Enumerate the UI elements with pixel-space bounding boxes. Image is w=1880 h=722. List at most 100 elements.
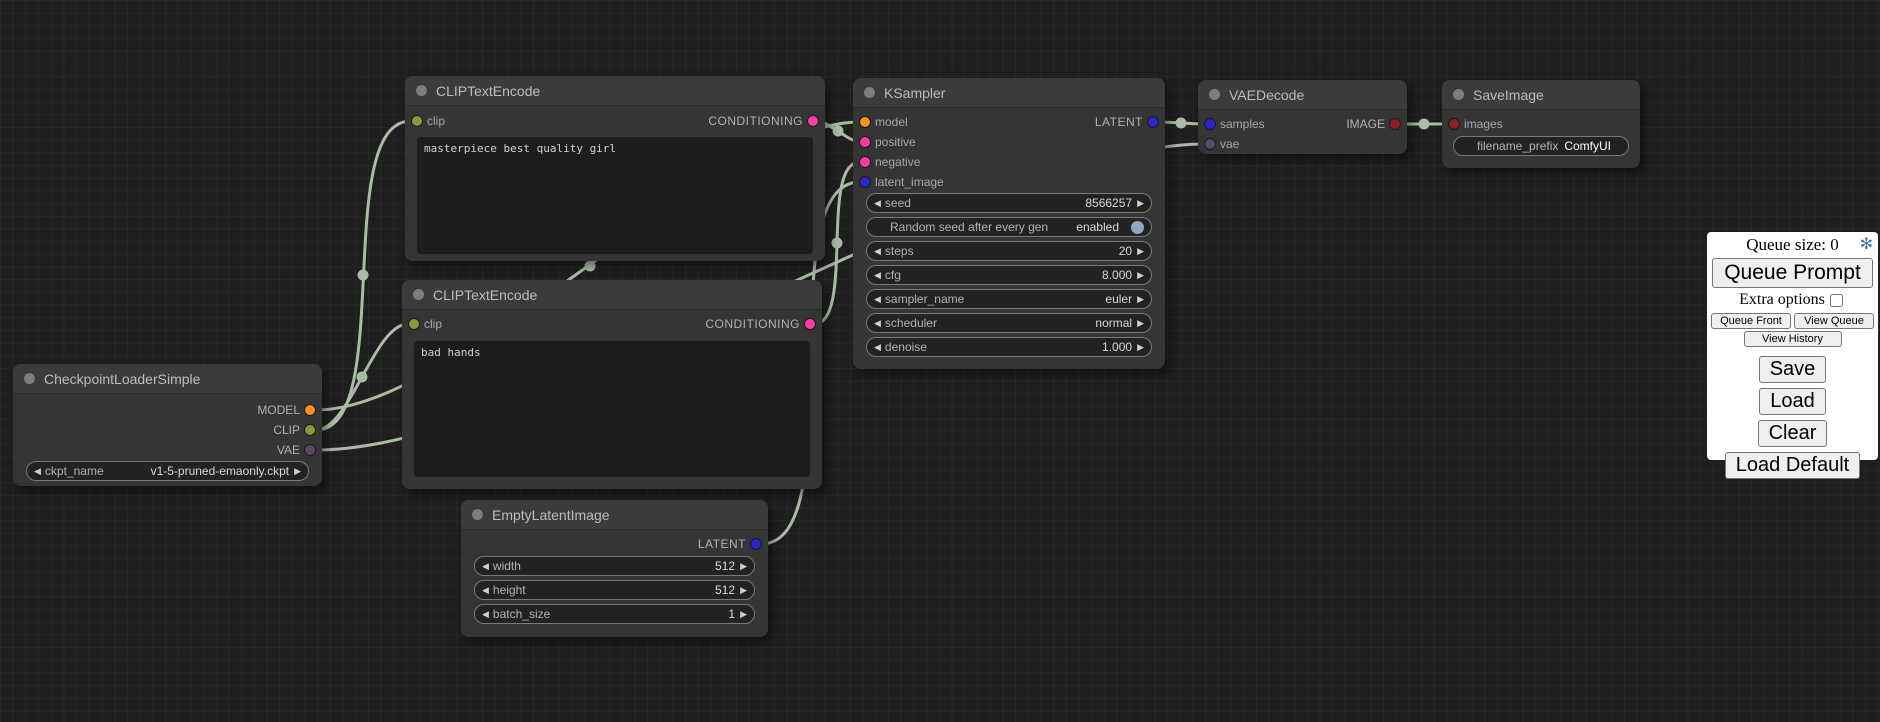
output-slot-latent[interactable]: LATENT [698, 535, 766, 553]
latent-slot-dot-icon[interactable] [1148, 117, 1158, 127]
input-slot-clip[interactable]: clip [404, 315, 442, 333]
random-seed-toggle-widget[interactable]: Random seed after every gen enabled [866, 217, 1152, 237]
input-slot-latent-image[interactable]: latent_image [855, 173, 944, 191]
clear-button[interactable]: Clear [1758, 420, 1828, 447]
decrement-arrow-icon[interactable]: ◀ [874, 319, 881, 328]
node-clip-text-encode-negative[interactable]: CLIPTextEncode clip CONDITIONING bad han… [402, 280, 822, 489]
cfg-widget[interactable]: ◀ cfg 8.000 ▶ [866, 265, 1152, 285]
batch-size-widget[interactable]: ◀ batch_size 1 ▶ [474, 604, 755, 624]
toggle-enabled-dot-icon[interactable] [1131, 221, 1144, 234]
output-slot-clip[interactable]: CLIP [273, 421, 320, 439]
conditioning-slot-dot-icon[interactable] [805, 319, 815, 329]
node-clip-text-encode-positive[interactable]: CLIPTextEncode clip CONDITIONING masterp… [405, 76, 825, 261]
latent-slot-dot-icon[interactable] [751, 539, 761, 549]
increment-arrow-icon[interactable]: ▶ [1137, 319, 1144, 328]
clip-slot-dot-icon[interactable] [305, 425, 315, 435]
input-slot-positive[interactable]: positive [855, 133, 916, 151]
increment-arrow-icon[interactable]: ▶ [1137, 295, 1144, 304]
increment-arrow-icon[interactable]: ▶ [740, 610, 747, 619]
input-slot-negative[interactable]: negative [855, 153, 920, 171]
vae-slot-dot-icon[interactable] [1205, 139, 1215, 149]
prompt-text-area[interactable]: masterpiece best quality girl [417, 137, 813, 254]
input-slot-vae[interactable]: vae [1200, 135, 1239, 153]
output-slot-model[interactable]: MODEL [257, 401, 320, 419]
increment-arrow-icon[interactable]: ▶ [294, 467, 301, 476]
input-slot-model[interactable]: model [855, 113, 908, 131]
node-collapse-dot-icon[interactable] [864, 87, 875, 98]
image-slot-dot-icon[interactable] [1449, 119, 1459, 129]
seed-widget[interactable]: ◀ seed 8566257 ▶ [866, 193, 1152, 213]
decrement-arrow-icon[interactable]: ◀ [34, 467, 41, 476]
node-save-image[interactable]: SaveImage images filename_prefix ComfyUI [1442, 80, 1640, 168]
decrement-arrow-icon[interactable]: ◀ [482, 610, 489, 619]
increment-arrow-icon[interactable]: ▶ [1137, 343, 1144, 352]
decrement-arrow-icon[interactable]: ◀ [874, 271, 881, 280]
node-checkpoint-loader[interactable]: CheckpointLoaderSimple MODEL CLIP VAE ◀ … [13, 364, 322, 486]
load-default-button[interactable]: Load Default [1725, 452, 1860, 479]
vae-slot-dot-icon[interactable] [305, 445, 315, 455]
latent-slot-dot-icon[interactable] [1205, 119, 1215, 129]
output-slot-image[interactable]: IMAGE [1346, 115, 1405, 133]
increment-arrow-icon[interactable]: ▶ [740, 586, 747, 595]
output-slot-conditioning[interactable]: CONDITIONING [705, 315, 820, 333]
model-slot-dot-icon[interactable] [305, 405, 315, 415]
height-widget[interactable]: ◀ height 512 ▶ [474, 580, 755, 600]
node-ksampler[interactable]: KSampler model positive negative latent_… [853, 78, 1165, 369]
decrement-arrow-icon[interactable]: ◀ [482, 586, 489, 595]
decrement-arrow-icon[interactable]: ◀ [874, 199, 881, 208]
view-queue-button[interactable]: View Queue [1794, 313, 1874, 329]
settings-gear-icon[interactable]: ✻ [1860, 234, 1873, 254]
node-title-bar[interactable]: CheckpointLoaderSimple [13, 364, 322, 394]
conditioning-slot-dot-icon[interactable] [808, 116, 818, 126]
queue-prompt-button[interactable]: Queue Prompt [1712, 258, 1873, 288]
decrement-arrow-icon[interactable]: ◀ [874, 343, 881, 352]
node-collapse-dot-icon[interactable] [24, 373, 35, 384]
view-history-button[interactable]: View History [1744, 331, 1842, 347]
scheduler-widget[interactable]: ◀ scheduler normal ▶ [866, 313, 1152, 333]
extra-options-checkbox[interactable] [1830, 294, 1843, 307]
output-slot-conditioning[interactable]: CONDITIONING [708, 112, 823, 130]
input-slot-images[interactable]: images [1444, 115, 1503, 133]
node-title-bar[interactable]: VAEDecode [1198, 80, 1407, 110]
denoise-widget[interactable]: ◀ denoise 1.000 ▶ [866, 337, 1152, 357]
image-slot-dot-icon[interactable] [1390, 119, 1400, 129]
increment-arrow-icon[interactable]: ▶ [1137, 271, 1144, 280]
model-slot-dot-icon[interactable] [860, 117, 870, 127]
clip-slot-dot-icon[interactable] [412, 116, 422, 126]
decrement-arrow-icon[interactable]: ◀ [482, 562, 489, 571]
node-title-bar[interactable]: CLIPTextEncode [402, 280, 822, 310]
load-button[interactable]: Load [1759, 388, 1826, 415]
comfyui-canvas[interactable]: { "app_title": "ComfyUI node graph", "co… [0, 0, 1880, 722]
queue-front-button[interactable]: Queue Front [1711, 313, 1791, 329]
output-slot-latent[interactable]: LATENT [1095, 113, 1163, 131]
latent-slot-dot-icon[interactable] [860, 177, 870, 187]
node-title-bar[interactable]: CLIPTextEncode [405, 76, 825, 106]
increment-arrow-icon[interactable]: ▶ [1137, 199, 1144, 208]
node-vae-decode[interactable]: VAEDecode samples vae IMAGE [1198, 80, 1407, 154]
sampler-name-widget[interactable]: ◀ sampler_name euler ▶ [866, 289, 1152, 309]
width-widget[interactable]: ◀ width 512 ▶ [474, 556, 755, 576]
steps-widget[interactable]: ◀ steps 20 ▶ [866, 241, 1152, 261]
decrement-arrow-icon[interactable]: ◀ [874, 295, 881, 304]
increment-arrow-icon[interactable]: ▶ [1137, 247, 1144, 256]
conditioning-slot-dot-icon[interactable] [860, 157, 870, 167]
node-collapse-dot-icon[interactable] [472, 509, 483, 520]
save-button[interactable]: Save [1759, 356, 1827, 383]
node-collapse-dot-icon[interactable] [1209, 89, 1220, 100]
node-title-bar[interactable]: KSampler [853, 78, 1165, 108]
output-slot-vae[interactable]: VAE [277, 441, 320, 459]
ckpt-name-widget[interactable]: ◀ ckpt_name v1-5-pruned-emaonly.ckpt ▶ [26, 461, 309, 481]
input-slot-clip[interactable]: clip [407, 112, 445, 130]
node-collapse-dot-icon[interactable] [416, 85, 427, 96]
decrement-arrow-icon[interactable]: ◀ [874, 247, 881, 256]
node-title-bar[interactable]: EmptyLatentImage [461, 500, 768, 530]
conditioning-slot-dot-icon[interactable] [860, 137, 870, 147]
node-collapse-dot-icon[interactable] [1453, 89, 1464, 100]
input-slot-samples[interactable]: samples [1200, 115, 1265, 133]
increment-arrow-icon[interactable]: ▶ [740, 562, 747, 571]
node-collapse-dot-icon[interactable] [413, 289, 424, 300]
clip-slot-dot-icon[interactable] [409, 319, 419, 329]
prompt-text-area[interactable]: bad hands [414, 341, 810, 477]
filename-prefix-widget[interactable]: filename_prefix ComfyUI [1453, 136, 1629, 156]
node-title-bar[interactable]: SaveImage [1442, 80, 1640, 110]
